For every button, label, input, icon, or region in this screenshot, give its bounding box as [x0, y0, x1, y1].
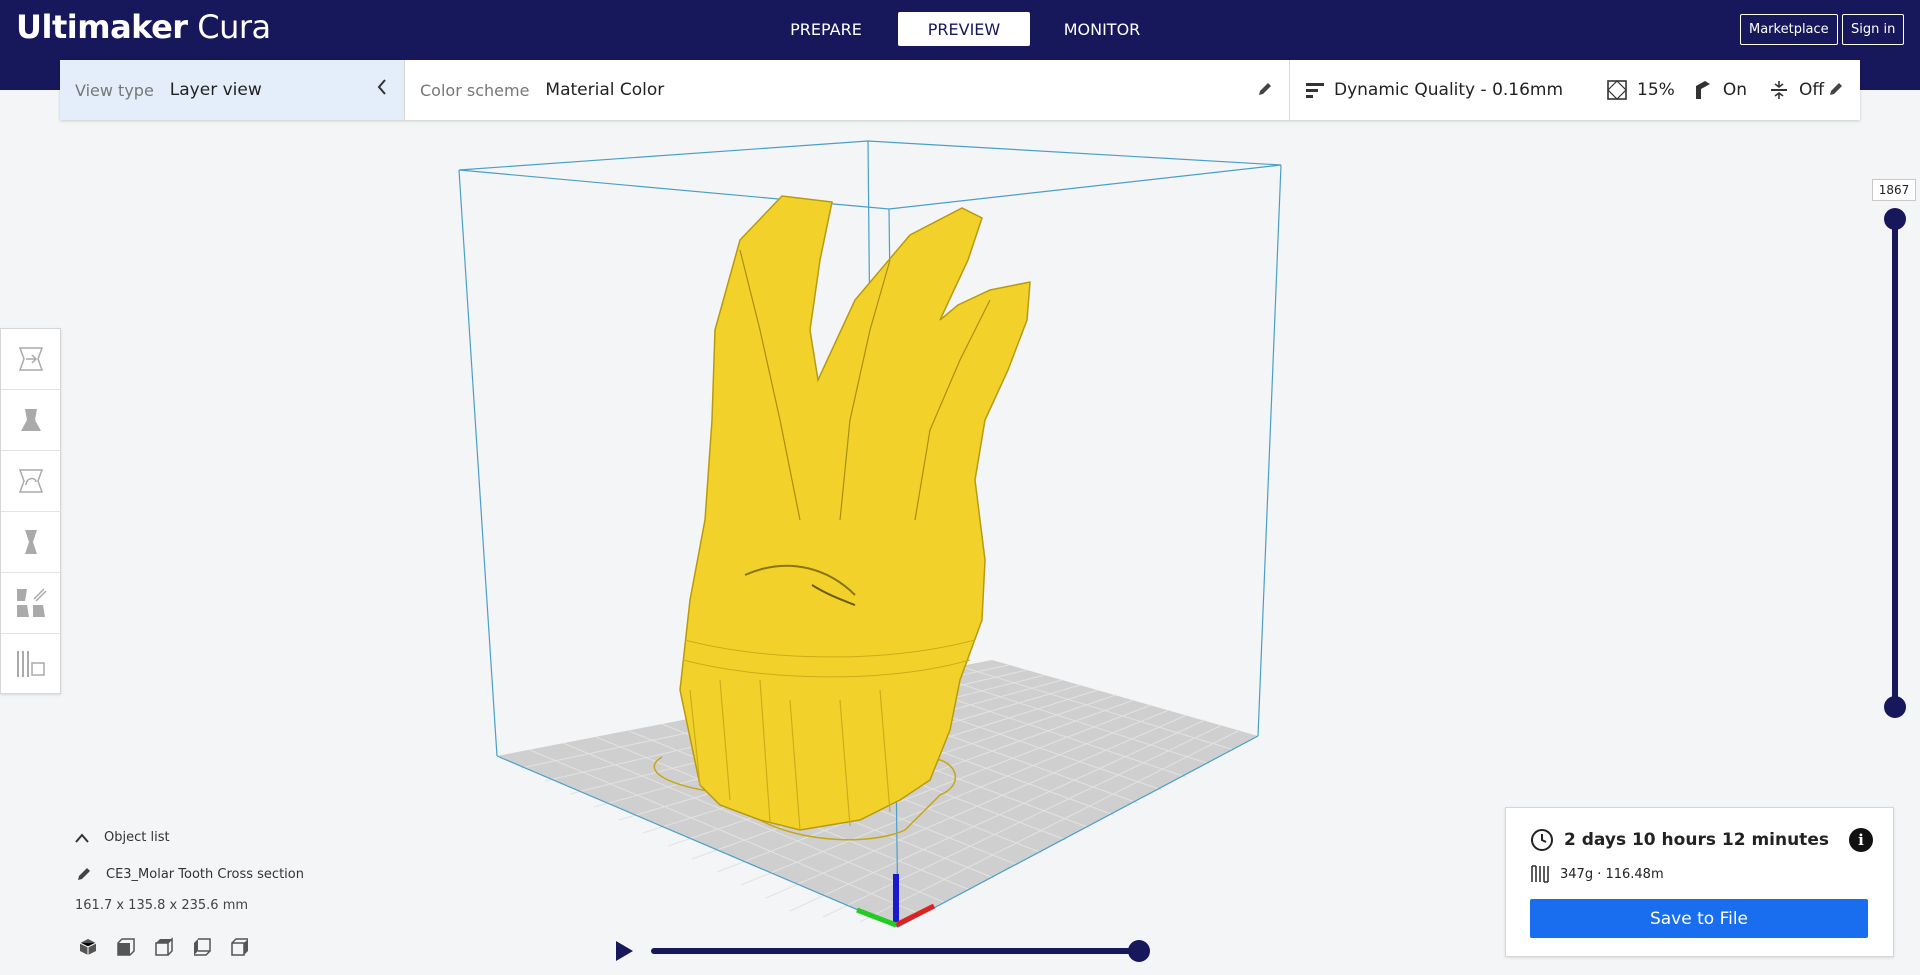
material-usage-value: 347g · 116.48m [1560, 866, 1664, 882]
view-type-value: Layer view [169, 80, 262, 100]
move-tool-icon [18, 347, 44, 371]
build-volume [458, 140, 1282, 928]
layer-slider-upper-handle[interactable] [1884, 208, 1906, 230]
color-scheme-label: Color scheme [420, 80, 530, 100]
top-view-button[interactable] [154, 937, 174, 957]
object-dimensions: 161.7 x 135.8 x 235.6 mm [75, 898, 249, 913]
front-view-icon [117, 938, 135, 956]
mirror-tool-button[interactable] [1, 512, 61, 573]
chevron-up-icon [75, 832, 89, 843]
scale-tool-button[interactable] [1, 390, 61, 451]
left-view-button[interactable] [192, 937, 212, 957]
color-scheme-selector[interactable]: Color scheme Material Color [405, 60, 1290, 120]
color-scheme-value: Material Color [545, 80, 665, 100]
tab-preview[interactable]: PREVIEW [898, 12, 1030, 46]
play-icon [616, 941, 633, 961]
per-model-settings-icon [17, 588, 47, 617]
view-type-selector[interactable]: View type Layer view [60, 60, 405, 120]
infill-icon [1607, 80, 1627, 100]
object-list-label: Object list [104, 830, 170, 845]
support-item: On [1693, 80, 1747, 100]
path-slider-handle[interactable] [1128, 940, 1150, 962]
sign-in-button[interactable]: Sign in [1842, 14, 1905, 45]
path-slider-track[interactable] [651, 948, 1141, 954]
stage-tabs: PREPARE PREVIEW MONITOR [760, 12, 1174, 46]
object-name: CE3_Molar Tooth Cross section [106, 866, 304, 882]
play-simulation-button[interactable] [614, 940, 634, 962]
adhesion-value: Off [1799, 80, 1825, 100]
camera-view-buttons [78, 937, 250, 957]
print-information-panel: 2 days 10 hours 12 minutes i 347g · 116.… [1505, 807, 1894, 957]
tab-prepare[interactable]: PREPARE [760, 12, 892, 46]
pencil-icon [78, 868, 90, 880]
skirt-outline [653, 756, 957, 841]
3d-view-button[interactable] [78, 937, 98, 957]
spool-icon [1531, 865, 1549, 883]
print-time: 2 days 10 hours 12 minutes [1530, 828, 1829, 852]
profile-item: Dynamic Quality - 0.16mm [1306, 80, 1563, 100]
left-view-icon [194, 938, 211, 956]
pencil-icon[interactable] [1828, 81, 1844, 97]
infill-item: 15% [1607, 80, 1675, 100]
info-icon[interactable]: i [1849, 828, 1873, 852]
front-view-button[interactable] [116, 937, 136, 957]
view-toolbar: View type Layer view Color scheme Materi… [60, 60, 1860, 120]
profile-name: Dynamic Quality - 0.16mm [1334, 80, 1564, 100]
save-to-file-button[interactable]: Save to File [1530, 899, 1868, 938]
pencil-icon[interactable] [1257, 81, 1273, 97]
app-logo: Ultimaker Cura [16, 8, 271, 46]
marketplace-button[interactable]: Marketplace [1740, 14, 1838, 45]
molar-tooth-model[interactable] [679, 195, 1031, 831]
axis-gizmo [856, 874, 936, 928]
object-list-toggle[interactable]: Object list [74, 830, 170, 845]
top-view-icon [155, 937, 173, 956]
rotate-tool-icon [18, 469, 44, 493]
rotate-tool-button[interactable] [1, 451, 61, 512]
support-icon [1695, 81, 1710, 99]
print-time-value: 2 days 10 hours 12 minutes [1564, 830, 1829, 850]
tab-monitor[interactable]: MONITOR [1036, 12, 1168, 46]
view-type-label: View type [75, 80, 154, 100]
scale-tool-icon [21, 409, 41, 431]
layer-slider-track[interactable] [1892, 218, 1898, 708]
build-plate-grid [520, 664, 1241, 923]
support-blocker-button[interactable] [1, 634, 61, 695]
material-usage: 347g · 116.48m [1530, 864, 1664, 884]
layer-slider-lower-handle[interactable] [1884, 696, 1906, 718]
per-model-settings-button[interactable] [1, 573, 61, 634]
infill-value: 15% [1637, 80, 1675, 100]
quality-icon [1306, 83, 1324, 98]
adhesion-item: Off [1769, 80, 1824, 100]
mirror-tool-icon [25, 530, 37, 554]
right-view-icon [231, 938, 248, 956]
right-view-button[interactable] [230, 937, 250, 957]
support-blocker-icon [17, 651, 45, 677]
chevron-left-icon[interactable] [376, 78, 388, 101]
tool-panel [0, 328, 61, 695]
adhesion-icon [1771, 81, 1787, 99]
move-tool-button[interactable] [1, 329, 61, 390]
support-value: On [1722, 80, 1747, 100]
object-list-item[interactable]: CE3_Molar Tooth Cross section [76, 866, 304, 882]
layer-number-input[interactable]: 1867 [1872, 179, 1916, 201]
3d-view-icon [79, 939, 97, 955]
print-settings-summary[interactable]: Dynamic Quality - 0.16mm 15% On Off [1290, 60, 1860, 120]
build-plate [497, 660, 1258, 927]
clock-icon [1531, 829, 1553, 851]
